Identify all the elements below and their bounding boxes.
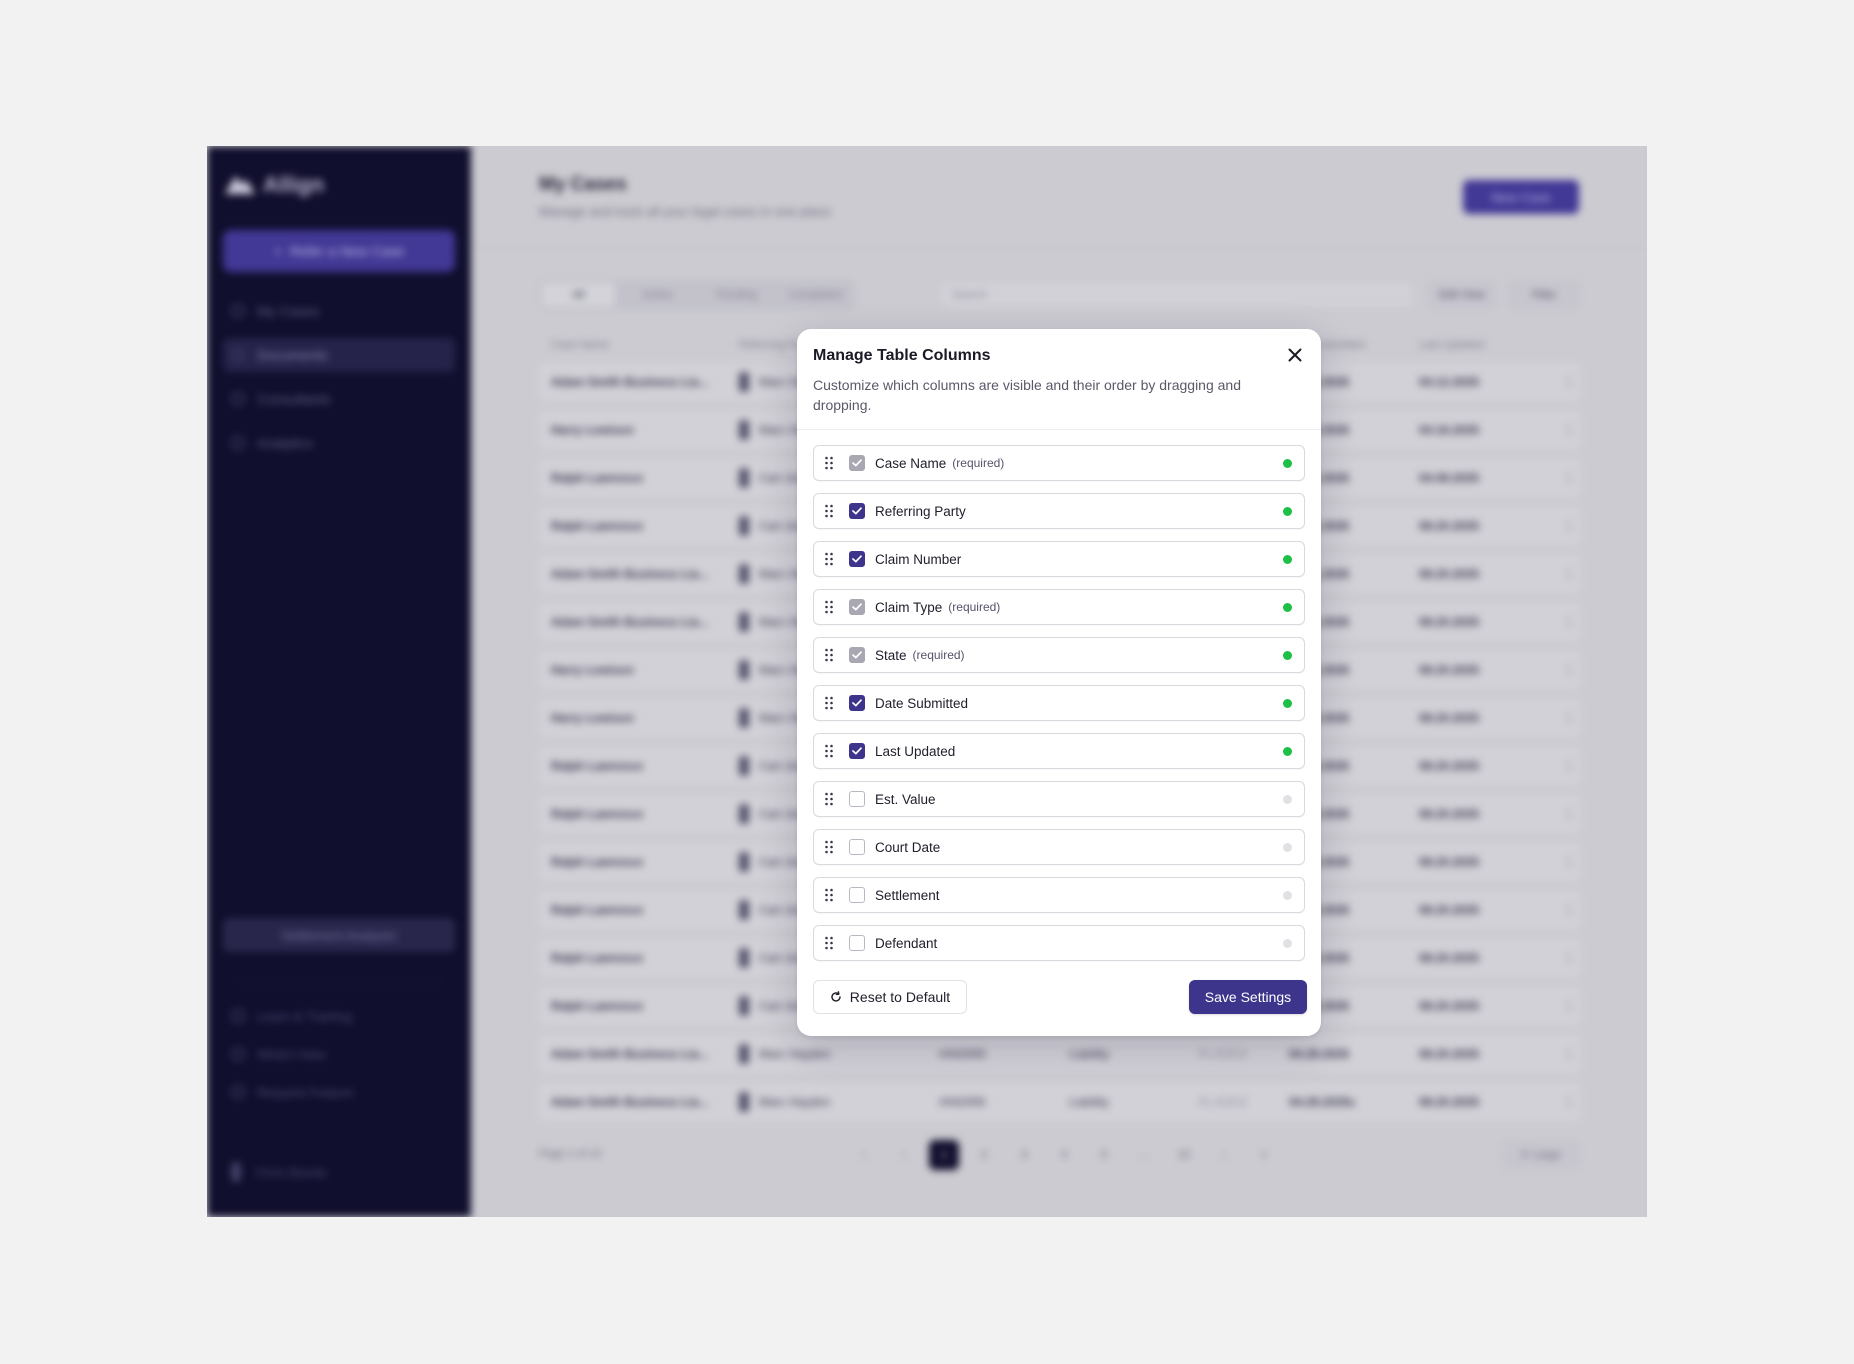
column-item-settlement[interactable]: Settlement (813, 877, 1305, 913)
drag-handle-icon[interactable] (814, 590, 844, 624)
reset-icon (831, 991, 841, 1002)
visibility-status-dot (1283, 555, 1292, 564)
column-label: Last Updated (875, 743, 956, 759)
drag-handle-icon[interactable] (814, 638, 844, 672)
column-checkbox[interactable] (849, 839, 865, 855)
visibility-status-dot (1283, 795, 1292, 804)
drag-handle-icon[interactable] (814, 494, 844, 528)
visibility-status-dot (1283, 891, 1292, 900)
column-checkbox (849, 455, 865, 471)
drag-handle-icon[interactable] (814, 926, 844, 960)
column-checkbox[interactable] (849, 935, 865, 951)
save-settings-button[interactable]: Save Settings (1189, 980, 1307, 1014)
column-label: State (875, 647, 907, 663)
column-item-claim-number[interactable]: Claim Number (813, 541, 1305, 577)
column-label: Est. Value (875, 791, 936, 807)
column-item-claim-type[interactable]: Claim Type (required) (813, 589, 1305, 625)
column-item-state[interactable]: State (required) (813, 637, 1305, 673)
column-item-last-updated[interactable]: Last Updated (813, 733, 1305, 769)
column-checkbox[interactable] (849, 503, 865, 519)
drag-handle-icon[interactable] (814, 542, 844, 576)
visibility-status-dot (1283, 939, 1292, 948)
visibility-status-dot (1283, 603, 1292, 612)
column-list: Case Name (required) Referring Party Claim … (813, 445, 1305, 973)
required-tag: (required) (952, 456, 1005, 470)
column-checkbox[interactable] (849, 887, 865, 903)
required-tag: (required) (912, 648, 965, 662)
visibility-status-dot (1283, 747, 1292, 756)
save-label: Save Settings (1204, 989, 1292, 1005)
drag-handle-icon[interactable] (814, 782, 844, 816)
column-label: Claim Number (875, 551, 962, 567)
column-item-referring-party[interactable]: Referring Party (813, 493, 1305, 529)
drag-handle-icon[interactable] (814, 878, 844, 912)
column-label: Defendant (875, 935, 938, 951)
visibility-status-dot (1283, 699, 1292, 708)
reset-to-default-button[interactable]: Reset to Default (813, 980, 967, 1014)
visibility-status-dot (1283, 843, 1292, 852)
column-item-est-value[interactable]: Est. Value (813, 781, 1305, 817)
column-item-case-name[interactable]: Case Name (required) (813, 445, 1305, 481)
column-checkbox (849, 599, 865, 615)
column-item-date-submitted[interactable]: Date Submitted (813, 685, 1305, 721)
column-checkbox[interactable] (849, 791, 865, 807)
dialog-divider (797, 429, 1321, 430)
required-tag: (required) (948, 600, 1001, 614)
column-checkbox[interactable] (849, 743, 865, 759)
column-label: Referring Party (875, 503, 966, 519)
column-label: Case Name (875, 455, 947, 471)
column-item-defendant[interactable]: Defendant (813, 925, 1305, 961)
visibility-status-dot (1283, 651, 1292, 660)
column-item-court-date[interactable]: Court Date (813, 829, 1305, 865)
drag-handle-icon[interactable] (814, 734, 844, 768)
dialog-description: Customize which columns are visible and … (813, 377, 1241, 413)
column-checkbox[interactable] (849, 695, 865, 711)
reset-label: Reset to Default (849, 989, 951, 1005)
column-checkbox[interactable] (849, 551, 865, 567)
drag-handle-icon[interactable] (814, 686, 844, 720)
column-label: Claim Type (875, 599, 943, 615)
visibility-status-dot (1283, 459, 1292, 468)
close-button[interactable] (1283, 343, 1307, 367)
close-icon (1288, 348, 1302, 362)
column-label: Settlement (875, 887, 940, 903)
column-label: Date Submitted (875, 695, 969, 711)
manage-columns-dialog: Manage Table Columns Customize which col… (797, 329, 1321, 1036)
column-checkbox (849, 647, 865, 663)
drag-handle-icon[interactable] (814, 446, 844, 480)
dialog-title: Manage Table Columns (813, 347, 991, 364)
drag-handle-icon[interactable] (814, 830, 844, 864)
visibility-status-dot (1283, 507, 1292, 516)
column-label: Court Date (875, 839, 941, 855)
